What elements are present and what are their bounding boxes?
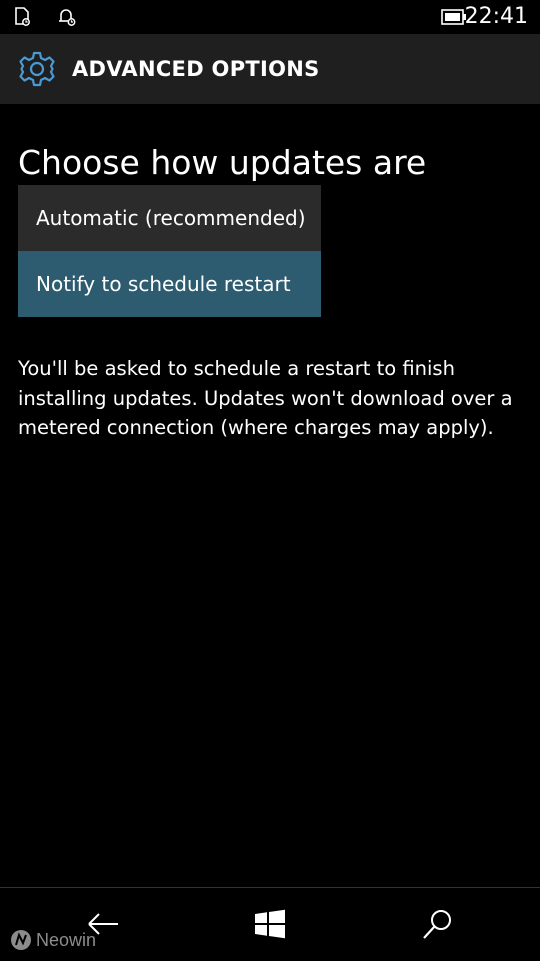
- update-mode-dropdown[interactable]: Automatic (recommended) Notify to schedu…: [18, 185, 321, 317]
- clock: 22:41: [464, 4, 528, 29]
- option-automatic[interactable]: Automatic (recommended): [18, 185, 321, 251]
- battery-icon: [441, 9, 467, 29]
- gear-icon: [18, 50, 56, 88]
- status-bar: 22:41: [0, 0, 540, 34]
- windows-logo-icon[interactable]: [252, 906, 288, 942]
- option-notify-restart[interactable]: Notify to schedule restart: [18, 251, 321, 317]
- search-icon[interactable]: [420, 906, 456, 942]
- watermark-text: Neowin: [36, 929, 97, 950]
- document-settings-icon: [12, 6, 34, 28]
- notification-settings-icon: [56, 6, 78, 28]
- page-header: ADVANCED OPTIONS: [0, 34, 540, 104]
- section-heading: Choose how updates are: [18, 143, 427, 182]
- option-description: You'll be asked to schedule a restart to…: [18, 357, 513, 439]
- page-title: ADVANCED OPTIONS: [72, 57, 320, 81]
- neowin-logo-icon: [11, 930, 31, 950]
- neowin-watermark: Neowin: [10, 926, 96, 954]
